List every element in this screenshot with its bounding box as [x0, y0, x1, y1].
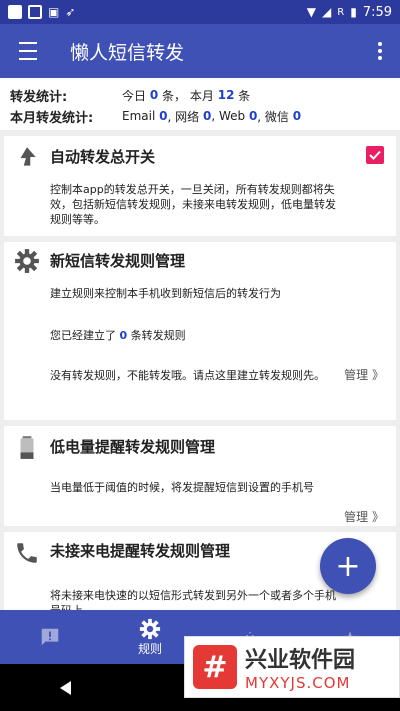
battery-icon [20, 436, 34, 459]
app-bar: 懒人短信转发 [0, 24, 400, 78]
watermark-title: 兴业软件园 [245, 648, 356, 673]
hamburger-menu-icon[interactable] [0, 24, 56, 78]
stats-panel: 转发统计: 今日 0 条， 本月 12 条 本月转发统计: Email 0 , … [0, 78, 400, 130]
gear-icon [139, 618, 161, 639]
check-icon [369, 150, 381, 160]
roaming-flag: R [337, 6, 345, 18]
battery-rules-card[interactable]: 低电量提醒转发规则管理 当电量低于阈值的时候，将发提醒短信到设置的手机号 管理 … [4, 426, 396, 526]
sms-rules-card[interactable]: 新短信转发规则管理 建立规则来控制本手机收到新短信后的转发行为 您已经建立了 0… [4, 242, 396, 420]
gear-icon [15, 249, 39, 273]
battery-rules-title: 低电量提醒转发规则管理 [50, 438, 216, 456]
clock: 7:59 [362, 4, 392, 20]
sms-rule-count-line: 您已经建立了 0 条转发规则 [50, 329, 186, 342]
signal-icon: ◢ [322, 5, 332, 19]
wifi-icon: ▼ [306, 5, 316, 19]
phone-icon [17, 543, 37, 563]
more-options-icon[interactable] [360, 24, 400, 78]
watermark-logo: # [193, 645, 237, 689]
battery-manage-link[interactable]: 管理 》 [344, 508, 384, 525]
master-switch-card[interactable]: 自动转发总开关 控制本app的转发总开关，一旦关闭，所有转发规则都将失效，包括新… [4, 136, 396, 236]
add-rule-button[interactable]: + [320, 538, 376, 594]
site-watermark: # 兴业软件园 MYXYJS.COM [184, 636, 400, 698]
master-switch-description: 控制本app的转发总开关，一旦关闭，所有转发规则都将失效，包括新短信转发规则，未… [50, 183, 336, 226]
app-notification-icon: ➶ [65, 5, 76, 19]
month-forward-stats-label: 本月转发统计: [10, 110, 94, 126]
master-switch-title: 自动转发总开关 [50, 148, 156, 166]
watermark-url: MYXYJS.COM [245, 674, 351, 692]
forward-arrow-icon [20, 147, 36, 166]
missed-call-rules-description: 将未接来电快速的以短信形式转发到另外一个或者多个手机号码上 [50, 589, 336, 610]
battery-icon: ▮ [350, 5, 357, 19]
back-icon[interactable] [60, 680, 72, 695]
app-title: 懒人短信转发 [70, 41, 185, 64]
today-count: 0 [149, 88, 159, 102]
wechat-count: 0 [292, 109, 302, 123]
nav-item-rules-label: 规则 [137, 641, 162, 656]
status-bar: ▣ ➶ ▼ ◢ R ▮ 7:59 [0, 0, 400, 24]
nav-item-messages[interactable] [0, 610, 100, 664]
sms-rules-description: 建立规则来控制本手机收到新短信后的转发行为 [50, 287, 281, 300]
notification-icon [8, 5, 22, 19]
sms-rules-title: 新短信转发规则管理 [50, 252, 186, 270]
email-count: 0 [159, 109, 168, 123]
download-icon: ▣ [48, 5, 60, 19]
battery-rules-description: 当电量低于阈值的时候，将发提醒短信到设置的手机号 [50, 481, 314, 494]
message-alert-icon [41, 628, 59, 646]
main-content: 转发统计: 今日 0 条， 本月 12 条 本月转发统计: Email 0 , … [0, 78, 400, 610]
notification-outline-icon [28, 5, 42, 19]
sms-rules-warning[interactable]: 没有转发规则，不能转发哦。请点这里建立转发规则先。 [50, 368, 330, 383]
forward-stats-label: 转发统计: [10, 89, 68, 105]
web-count: 0 [248, 109, 258, 123]
missed-call-rules-title: 未接来电提醒转发规则管理 [50, 542, 231, 560]
sms-manage-link[interactable]: 管理 》 [344, 366, 384, 383]
sms-rule-count: 0 [119, 329, 128, 342]
month-count: 12 [217, 88, 235, 102]
master-switch-checkbox[interactable] [366, 146, 384, 164]
network-count: 0 [202, 109, 212, 123]
